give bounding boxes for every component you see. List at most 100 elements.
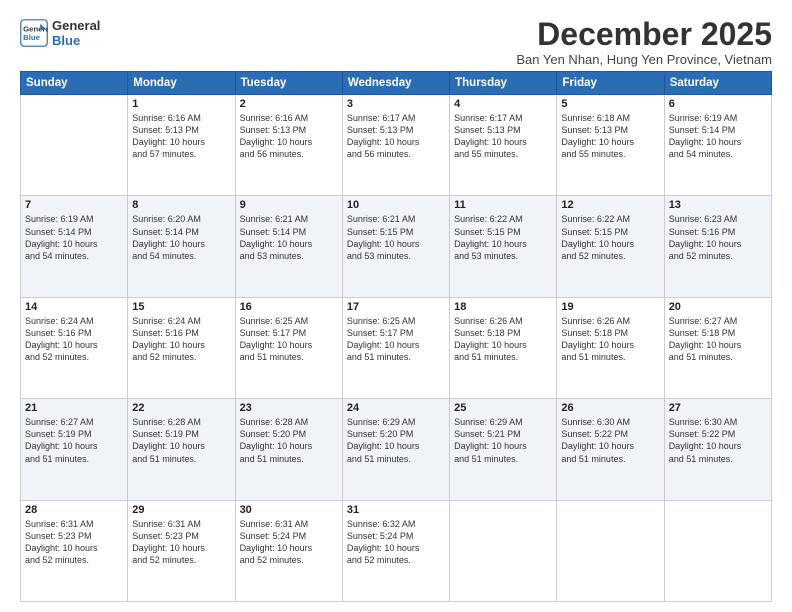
day-number: 5 — [561, 98, 659, 110]
calendar-cell: 29 Sunrise: 6:31 AM Sunset: 5:23 PM Dayli… — [128, 500, 235, 601]
logo-icon: General Blue — [20, 19, 48, 47]
col-header-wednesday: Wednesday — [342, 72, 449, 95]
calendar-cell: 15 Sunrise: 6:24 AM Sunset: 5:16 PM Dayli… — [128, 297, 235, 398]
cell-content: Sunrise: 6:16 AM Sunset: 5:13 PM Dayligh… — [132, 112, 230, 161]
calendar-cell: 26 Sunrise: 6:30 AM Sunset: 5:22 PM Dayli… — [557, 399, 664, 500]
day-number: 14 — [25, 301, 123, 313]
cell-content: Sunrise: 6:27 AM Sunset: 5:19 PM Dayligh… — [25, 416, 123, 465]
logo-line1: General — [52, 18, 100, 33]
calendar-cell: 25 Sunrise: 6:29 AM Sunset: 5:21 PM Dayli… — [450, 399, 557, 500]
week-row-3: 21 Sunrise: 6:27 AM Sunset: 5:19 PM Dayli… — [21, 399, 772, 500]
day-number: 20 — [669, 301, 767, 313]
cell-content: Sunrise: 6:24 AM Sunset: 5:16 PM Dayligh… — [132, 315, 230, 364]
cell-content: Sunrise: 6:19 AM Sunset: 5:14 PM Dayligh… — [25, 213, 123, 262]
day-number: 31 — [347, 504, 445, 516]
cell-content: Sunrise: 6:31 AM Sunset: 5:24 PM Dayligh… — [240, 518, 338, 567]
title-block: December 2025 Ban Yen Nhan, Hung Yen Pro… — [516, 18, 772, 67]
cell-content: Sunrise: 6:17 AM Sunset: 5:13 PM Dayligh… — [454, 112, 552, 161]
calendar-cell — [557, 500, 664, 601]
calendar-cell: 8 Sunrise: 6:20 AM Sunset: 5:14 PM Daylig… — [128, 196, 235, 297]
day-number: 19 — [561, 301, 659, 313]
logo-line2: Blue — [52, 33, 100, 48]
cell-content: Sunrise: 6:30 AM Sunset: 5:22 PM Dayligh… — [669, 416, 767, 465]
day-number: 1 — [132, 98, 230, 110]
day-number: 11 — [454, 199, 552, 211]
cell-content: Sunrise: 6:28 AM Sunset: 5:20 PM Dayligh… — [240, 416, 338, 465]
cell-content: Sunrise: 6:30 AM Sunset: 5:22 PM Dayligh… — [561, 416, 659, 465]
calendar-cell: 9Sunrise: 6:21 AM Sunset: 5:14 PM Daylig… — [235, 196, 342, 297]
logo-text: General Blue — [52, 18, 100, 48]
calendar-cell: 14Sunrise: 6:24 AM Sunset: 5:16 PM Dayli… — [21, 297, 128, 398]
cell-content: Sunrise: 6:25 AM Sunset: 5:17 PM Dayligh… — [347, 315, 445, 364]
week-row-0: 1 Sunrise: 6:16 AM Sunset: 5:13 PM Daylig… — [21, 95, 772, 196]
day-number: 13 — [669, 199, 767, 211]
calendar-cell: 13 Sunrise: 6:23 AM Sunset: 5:16 PM Dayli… — [664, 196, 771, 297]
calendar-cell: 12 Sunrise: 6:22 AM Sunset: 5:15 PM Dayli… — [557, 196, 664, 297]
calendar-cell: 22 Sunrise: 6:28 AM Sunset: 5:19 PM Dayli… — [128, 399, 235, 500]
cell-content: Sunrise: 6:26 AM Sunset: 5:18 PM Dayligh… — [561, 315, 659, 364]
calendar-cell: 7 Sunrise: 6:19 AM Sunset: 5:14 PM Daylig… — [21, 196, 128, 297]
day-number: 22 — [132, 402, 230, 414]
calendar-cell: 10 Sunrise: 6:21 AM Sunset: 5:15 PM Dayli… — [342, 196, 449, 297]
day-number: 4 — [454, 98, 552, 110]
day-number: 8 — [132, 199, 230, 211]
day-number: 29 — [132, 504, 230, 516]
cell-content: Sunrise: 6:28 AM Sunset: 5:19 PM Dayligh… — [132, 416, 230, 465]
col-header-friday: Friday — [557, 72, 664, 95]
calendar-cell: 18 Sunrise: 6:26 AM Sunset: 5:18 PM Dayli… — [450, 297, 557, 398]
cell-content: Sunrise: 6:27 AM Sunset: 5:18 PM Dayligh… — [669, 315, 767, 364]
cell-content: Sunrise: 6:23 AM Sunset: 5:16 PM Dayligh… — [669, 213, 767, 262]
day-number: 23 — [240, 402, 338, 414]
calendar-cell: 27Sunrise: 6:30 AM Sunset: 5:22 PM Dayli… — [664, 399, 771, 500]
calendar-cell — [450, 500, 557, 601]
cell-content: Sunrise: 6:31 AM Sunset: 5:23 PM Dayligh… — [25, 518, 123, 567]
cell-content: Sunrise: 6:32 AM Sunset: 5:24 PM Dayligh… — [347, 518, 445, 567]
day-number: 25 — [454, 402, 552, 414]
day-number: 12 — [561, 199, 659, 211]
calendar-cell: 21 Sunrise: 6:27 AM Sunset: 5:19 PM Dayli… — [21, 399, 128, 500]
cell-content: Sunrise: 6:16 AM Sunset: 5:13 PM Dayligh… — [240, 112, 338, 161]
col-header-sunday: Sunday — [21, 72, 128, 95]
day-number: 7 — [25, 199, 123, 211]
cell-content: Sunrise: 6:21 AM Sunset: 5:15 PM Dayligh… — [347, 213, 445, 262]
cell-content: Sunrise: 6:29 AM Sunset: 5:21 PM Dayligh… — [454, 416, 552, 465]
logo: General Blue General Blue — [20, 18, 100, 48]
calendar-cell: 2Sunrise: 6:16 AM Sunset: 5:13 PM Daylig… — [235, 95, 342, 196]
day-number: 18 — [454, 301, 552, 313]
page: General Blue General Blue December 2025 … — [0, 0, 792, 612]
cell-content: Sunrise: 6:26 AM Sunset: 5:18 PM Dayligh… — [454, 315, 552, 364]
cell-content: Sunrise: 6:18 AM Sunset: 5:13 PM Dayligh… — [561, 112, 659, 161]
day-number: 17 — [347, 301, 445, 313]
day-number: 6 — [669, 98, 767, 110]
col-header-tuesday: Tuesday — [235, 72, 342, 95]
calendar-cell: 16 Sunrise: 6:25 AM Sunset: 5:17 PM Dayli… — [235, 297, 342, 398]
col-header-thursday: Thursday — [450, 72, 557, 95]
calendar-table: SundayMondayTuesdayWednesdayThursdayFrid… — [20, 71, 772, 602]
week-row-4: 28 Sunrise: 6:31 AM Sunset: 5:23 PM Dayli… — [21, 500, 772, 601]
day-number: 24 — [347, 402, 445, 414]
cell-content: Sunrise: 6:31 AM Sunset: 5:23 PM Dayligh… — [132, 518, 230, 567]
week-row-1: 7 Sunrise: 6:19 AM Sunset: 5:14 PM Daylig… — [21, 196, 772, 297]
month-title: December 2025 — [516, 18, 772, 50]
day-number: 16 — [240, 301, 338, 313]
header: General Blue General Blue December 2025 … — [20, 18, 772, 67]
calendar-cell: 17 Sunrise: 6:25 AM Sunset: 5:17 PM Dayli… — [342, 297, 449, 398]
cell-content: Sunrise: 6:20 AM Sunset: 5:14 PM Dayligh… — [132, 213, 230, 262]
day-number: 3 — [347, 98, 445, 110]
day-number: 28 — [25, 504, 123, 516]
cell-content: Sunrise: 6:19 AM Sunset: 5:14 PM Dayligh… — [669, 112, 767, 161]
day-number: 26 — [561, 402, 659, 414]
calendar-cell — [21, 95, 128, 196]
day-number: 30 — [240, 504, 338, 516]
day-number: 15 — [132, 301, 230, 313]
cell-content: Sunrise: 6:25 AM Sunset: 5:17 PM Dayligh… — [240, 315, 338, 364]
day-number: 21 — [25, 402, 123, 414]
cell-content: Sunrise: 6:17 AM Sunset: 5:13 PM Dayligh… — [347, 112, 445, 161]
cell-content: Sunrise: 6:29 AM Sunset: 5:20 PM Dayligh… — [347, 416, 445, 465]
cell-content: Sunrise: 6:22 AM Sunset: 5:15 PM Dayligh… — [561, 213, 659, 262]
calendar-cell: 23 Sunrise: 6:28 AM Sunset: 5:20 PM Dayli… — [235, 399, 342, 500]
col-header-monday: Monday — [128, 72, 235, 95]
day-number: 10 — [347, 199, 445, 211]
calendar-cell: 24 Sunrise: 6:29 AM Sunset: 5:20 PM Dayli… — [342, 399, 449, 500]
calendar-cell: 19 Sunrise: 6:26 AM Sunset: 5:18 PM Dayli… — [557, 297, 664, 398]
